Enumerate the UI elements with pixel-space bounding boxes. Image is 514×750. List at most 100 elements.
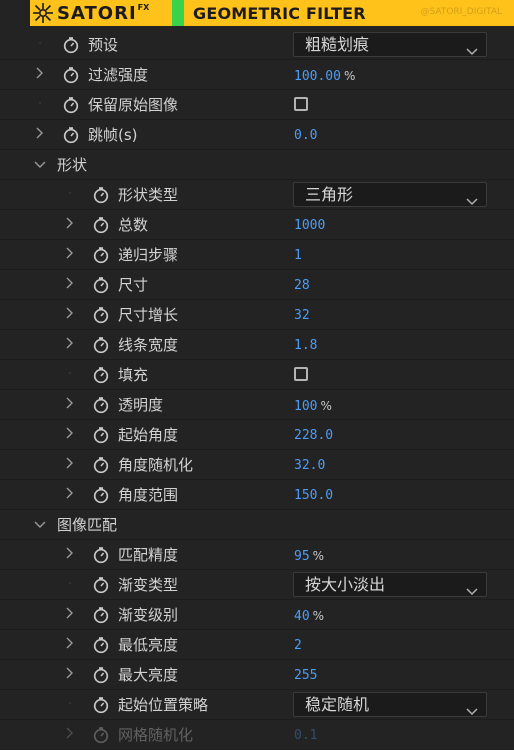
param-value[interactable]: 32.0 xyxy=(294,457,325,475)
stopwatch-icon[interactable] xyxy=(62,126,80,144)
param-value-number[interactable]: 32 xyxy=(294,308,310,323)
param-dropdown[interactable]: 按大小淡出 xyxy=(293,572,487,597)
param-label: 起始位置策略 xyxy=(118,696,209,714)
param-label: 渐变类型 xyxy=(118,576,179,594)
param-checkbox[interactable] xyxy=(294,367,308,381)
stopwatch-icon[interactable] xyxy=(92,336,110,354)
plugin-title-bar: GEOMETRIC FILTER @SATORI_DIGITAL xyxy=(184,0,514,26)
param-value-number[interactable]: 95 xyxy=(294,549,310,564)
stopwatch-icon[interactable] xyxy=(92,246,110,264)
param-value[interactable]: 28 xyxy=(294,277,310,295)
param-dropdown[interactable]: 三角形 xyxy=(293,182,487,207)
param-value-number[interactable]: 28 xyxy=(294,278,310,293)
expand-arrow-icon[interactable] xyxy=(33,67,47,81)
stopwatch-icon[interactable] xyxy=(92,666,110,684)
chevron-down-icon xyxy=(466,701,478,720)
param-value[interactable]: 100.00% xyxy=(294,67,355,86)
param-value[interactable]: 255 xyxy=(294,667,317,685)
param-dropdown[interactable]: 稳定随机 xyxy=(293,692,487,717)
stopwatch-icon[interactable] xyxy=(62,36,80,54)
expand-arrow-icon[interactable] xyxy=(63,667,77,681)
stopwatch-icon[interactable] xyxy=(92,216,110,234)
param-value[interactable]: 150.0 xyxy=(294,487,333,505)
param-value-number[interactable]: 255 xyxy=(294,668,317,683)
watermark: @SATORI_DIGITAL xyxy=(420,7,502,17)
stopwatch-icon[interactable] xyxy=(92,366,110,384)
stopwatch-icon[interactable] xyxy=(92,396,110,414)
collapse-arrow-icon[interactable] xyxy=(33,519,47,533)
chevron-down-icon xyxy=(466,41,478,60)
param-unit: % xyxy=(343,69,356,83)
param-value-number[interactable]: 0.1 xyxy=(294,728,317,743)
param-value[interactable]: 1000 xyxy=(294,217,325,235)
param-value[interactable]: 1.8 xyxy=(294,337,317,355)
stopwatch-icon[interactable] xyxy=(62,66,80,84)
param-unit: % xyxy=(312,549,325,563)
expand-arrow-icon[interactable] xyxy=(63,727,77,741)
expand-arrow-icon[interactable] xyxy=(63,607,77,621)
expand-arrow-icon[interactable] xyxy=(63,217,77,231)
stopwatch-icon[interactable] xyxy=(92,306,110,324)
expand-arrow-icon[interactable] xyxy=(63,487,77,501)
param-value-number[interactable]: 2 xyxy=(294,638,302,653)
param-label: 匹配精度 xyxy=(118,546,179,564)
stopwatch-icon[interactable] xyxy=(92,426,110,444)
param-value-number[interactable]: 228.0 xyxy=(294,428,333,443)
stopwatch-icon[interactable] xyxy=(92,576,110,594)
param-value-number[interactable]: 32.0 xyxy=(294,458,325,473)
param-row-opacity: 透明度 100% xyxy=(0,390,514,420)
expand-arrow-icon[interactable] xyxy=(63,337,77,351)
collapse-arrow-icon[interactable] xyxy=(33,159,47,173)
param-value-number[interactable]: 1000 xyxy=(294,218,325,233)
satori-logo: SATORI FX xyxy=(30,0,172,26)
param-value-number[interactable]: 100.00 xyxy=(294,69,341,84)
expand-arrow-icon[interactable] xyxy=(63,277,77,291)
stopwatch-icon[interactable] xyxy=(92,546,110,564)
plugin-title: GEOMETRIC FILTER xyxy=(193,3,366,23)
param-row-size-growth: 尺寸增长 32 xyxy=(0,300,514,330)
param-checkbox[interactable] xyxy=(294,97,308,111)
stopwatch-icon[interactable] xyxy=(92,276,110,294)
stopwatch-icon[interactable] xyxy=(92,636,110,654)
expand-arrow-icon[interactable] xyxy=(63,427,77,441)
stopwatch-icon[interactable] xyxy=(62,96,80,114)
expand-arrow-icon[interactable] xyxy=(63,397,77,411)
param-label: 预设 xyxy=(88,36,119,54)
param-label: 过滤强度 xyxy=(88,66,149,84)
param-value-number[interactable]: 0.0 xyxy=(294,128,317,143)
param-value[interactable]: 32 xyxy=(294,307,310,325)
stopwatch-icon[interactable] xyxy=(92,186,110,204)
stopwatch-icon[interactable] xyxy=(92,486,110,504)
param-row-image-match-group: 图像匹配 xyxy=(0,510,514,540)
param-value-number[interactable]: 1.8 xyxy=(294,338,317,353)
param-value[interactable]: 228.0 xyxy=(294,427,333,445)
param-label: 角度随机化 xyxy=(118,456,194,474)
dot-icon: · xyxy=(68,369,72,378)
expand-arrow-icon[interactable] xyxy=(63,307,77,321)
param-value[interactable]: 100% xyxy=(294,397,332,416)
param-row-total: 总数 1000 xyxy=(0,210,514,240)
param-value-number[interactable]: 100 xyxy=(294,399,317,414)
param-value[interactable]: 2 xyxy=(294,637,302,655)
param-value-number[interactable]: 40 xyxy=(294,609,310,624)
param-value[interactable]: 0.1 xyxy=(294,727,317,745)
expand-arrow-icon[interactable] xyxy=(33,127,47,141)
param-row-frame-skip: 跳帧(s) 0.0 xyxy=(0,120,514,150)
stopwatch-icon[interactable] xyxy=(92,696,110,714)
param-value-number[interactable]: 1 xyxy=(294,248,302,263)
stopwatch-icon[interactable] xyxy=(92,456,110,474)
param-value[interactable]: 0.0 xyxy=(294,127,317,145)
param-label: 网格随机化 xyxy=(118,726,194,744)
stopwatch-icon[interactable] xyxy=(92,606,110,624)
param-value[interactable]: 95% xyxy=(294,547,324,566)
param-row-recursion-steps: 递归步骤 1 xyxy=(0,240,514,270)
expand-arrow-icon[interactable] xyxy=(63,547,77,561)
expand-arrow-icon[interactable] xyxy=(63,247,77,261)
expand-arrow-icon[interactable] xyxy=(63,457,77,471)
expand-arrow-icon[interactable] xyxy=(63,637,77,651)
param-value[interactable]: 1 xyxy=(294,247,302,265)
stopwatch-icon[interactable] xyxy=(92,726,110,744)
param-value-number[interactable]: 150.0 xyxy=(294,488,333,503)
param-value[interactable]: 40% xyxy=(294,607,324,626)
param-dropdown[interactable]: 粗糙划痕 xyxy=(293,32,487,57)
